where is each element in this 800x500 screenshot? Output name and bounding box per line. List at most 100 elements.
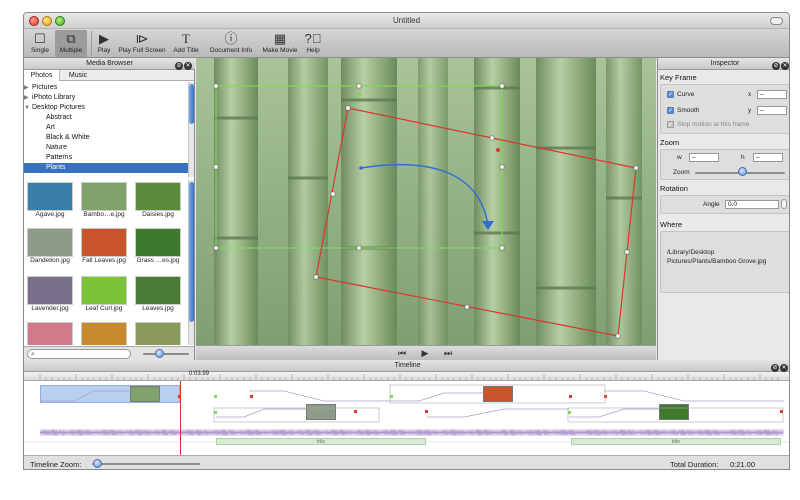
playback-bar: ⏮ ▶ ⏭ bbox=[196, 345, 656, 360]
close-panel-icon[interactable]: ✕ bbox=[184, 62, 192, 70]
media-browser-footer: ⌕ bbox=[24, 346, 194, 360]
y-field[interactable]: – bbox=[757, 106, 787, 115]
play-icon: ▶ bbox=[99, 31, 109, 46]
photo-thumbnail[interactable]: Daisies.jpg bbox=[134, 182, 182, 218]
tree-item-black-white[interactable]: Black & White bbox=[24, 133, 188, 143]
timeline-title: Timeline bbox=[394, 362, 421, 369]
height-field[interactable]: – bbox=[753, 153, 783, 162]
disclosure-triangle-icon[interactable]: ▶ bbox=[24, 93, 32, 103]
photo-thumbnail[interactable] bbox=[134, 322, 182, 345]
tree-item-iphoto-library[interactable]: ▶ iPhoto Library bbox=[24, 93, 188, 103]
title-clip[interactable]: title bbox=[216, 438, 426, 445]
app-window: Untitled ☐ Single ⧉ Multiple ▶ Play ⧐ Pl… bbox=[23, 12, 790, 470]
photo-thumbnail[interactable]: Grass …es.jpg bbox=[134, 228, 182, 264]
info-icon: ⓘ bbox=[224, 31, 238, 46]
inspector-header: Inspector ⊘ ✕ bbox=[658, 58, 789, 70]
photo-thumbnail[interactable]: Agave.jpg bbox=[26, 182, 74, 218]
make-movie-label: Make Movie bbox=[262, 47, 298, 54]
title-clip[interactable]: title bbox=[571, 438, 781, 445]
slide-canvas[interactable] bbox=[196, 58, 656, 345]
play-button[interactable]: ▶ Play bbox=[94, 30, 114, 57]
key-frame-heading: Key Frame bbox=[660, 73, 697, 82]
inspector-panel: Inspector ⊘ ✕ Key Frame ✓ Curve x – ✓ Smo… bbox=[657, 58, 789, 360]
x-field[interactable]: – bbox=[757, 90, 787, 99]
photo-image bbox=[135, 228, 181, 257]
add-title-label: Add Title bbox=[173, 47, 199, 54]
tree-item-art[interactable]: Art bbox=[24, 123, 188, 133]
window-title: Untitled bbox=[392, 16, 421, 25]
tree-item-pictures[interactable]: ▶ Pictures bbox=[24, 83, 188, 93]
tree-item-patterns[interactable]: Patterns bbox=[24, 153, 188, 163]
photo-image bbox=[81, 276, 127, 305]
close-panel-icon[interactable]: ✕ bbox=[781, 62, 789, 70]
play-icon[interactable]: ▶ bbox=[419, 348, 431, 358]
key-frame-section: ✓ Curve x – ✓ Smooth y – ✓ Stop motion a… bbox=[660, 84, 789, 134]
disclosure-triangle-icon[interactable]: ▶ bbox=[24, 83, 32, 93]
photo-thumbnail[interactable]: Lavender.jpg bbox=[26, 276, 74, 312]
rotation-section: Angle 0.0 bbox=[660, 195, 789, 214]
search-icon: ⌕ bbox=[31, 351, 35, 358]
detach-panel-icon[interactable]: ⊘ bbox=[175, 62, 183, 70]
photo-thumbnail[interactable]: Fall Leaves.jpg bbox=[80, 228, 128, 264]
timeline-zoom-slider[interactable] bbox=[92, 463, 200, 465]
rotation-heading: Rotation bbox=[660, 184, 688, 193]
previous-slide-icon[interactable]: ⏮ bbox=[396, 348, 408, 358]
file-path: /Library/Desktop Pictures/Plants/Bamboo … bbox=[667, 249, 767, 265]
angle-label: Angle bbox=[703, 201, 720, 208]
timeline-zoom-label: Timeline Zoom: bbox=[30, 460, 82, 469]
tab-photos[interactable]: Photos bbox=[24, 70, 60, 81]
help-button[interactable]: ?⃝ Help bbox=[303, 30, 323, 57]
add-title-button[interactable]: T Add Title bbox=[170, 30, 202, 57]
timeline-tracks[interactable]: title title bbox=[24, 381, 789, 455]
toolbar-toggle-button[interactable] bbox=[770, 17, 783, 25]
tree-item-desktop-pictures[interactable]: ▼ Desktop Pictures bbox=[24, 103, 188, 113]
thumbnail-size-knob[interactable] bbox=[155, 349, 164, 358]
play-full-screen-label: Play Full Screen bbox=[118, 47, 166, 54]
zoom-slider-knob[interactable] bbox=[738, 167, 748, 176]
close-panel-icon[interactable]: ✕ bbox=[780, 364, 788, 372]
angle-field[interactable]: 0.0 bbox=[725, 200, 779, 209]
document-info-button[interactable]: ⓘ Document Info bbox=[206, 30, 256, 57]
inspector-title: Inspector bbox=[710, 60, 740, 67]
detach-panel-icon[interactable]: ⊘ bbox=[771, 364, 779, 372]
photo-thumbnail[interactable] bbox=[26, 322, 74, 345]
timeline-ruler[interactable]: 0:03.99 bbox=[24, 371, 789, 381]
bamboo-grove-image bbox=[196, 58, 656, 345]
tree-item-abstract[interactable]: Abstract bbox=[24, 113, 188, 123]
stop-motion-checkbox[interactable]: ✓ bbox=[667, 121, 674, 128]
tree-item-plants[interactable]: Plants bbox=[24, 163, 188, 173]
thumbnail-size-slider[interactable] bbox=[143, 353, 189, 355]
width-field[interactable]: – bbox=[689, 153, 719, 162]
tree-scroll-thumb[interactable] bbox=[189, 84, 194, 124]
make-movie-button[interactable]: ▦ Make Movie bbox=[260, 30, 300, 57]
play-full-screen-button[interactable]: ⧐ Play Full Screen bbox=[117, 30, 167, 57]
document-info-label: Document Info bbox=[209, 47, 253, 54]
timeline-footer: Timeline Zoom: Total Duration: 0:21.00 bbox=[24, 455, 789, 469]
photo-thumbnail[interactable]: Leaf Curl.jpg bbox=[80, 276, 128, 312]
tab-music[interactable]: Music bbox=[60, 70, 96, 81]
smooth-checkbox[interactable]: ✓ bbox=[667, 107, 674, 114]
photo-grid: Agave.jpg Bambo…e.jpg Daisies.jpg Dandel… bbox=[24, 180, 188, 345]
angle-stepper[interactable] bbox=[781, 199, 787, 209]
film-icon: ▦ bbox=[273, 31, 287, 46]
tree-scrollbar[interactable] bbox=[188, 82, 194, 177]
photo-thumbnail[interactable]: Bambo…e.jpg bbox=[80, 182, 128, 218]
timeline-zoom-knob[interactable] bbox=[93, 459, 103, 468]
stop-motion-label: Stop motion at this frame bbox=[677, 121, 750, 128]
detach-panel-icon[interactable]: ⊘ bbox=[772, 62, 780, 70]
single-button[interactable]: ☐ Single bbox=[28, 30, 52, 57]
photo-thumbnail[interactable] bbox=[80, 322, 128, 345]
photo-thumbnail[interactable]: Dandelion.jpg bbox=[26, 228, 74, 264]
tree-item-nature[interactable]: Nature bbox=[24, 143, 188, 153]
disclosure-triangle-open-icon[interactable]: ▼ bbox=[24, 103, 32, 113]
total-duration-label: Total Duration: bbox=[670, 460, 719, 469]
next-slide-icon[interactable]: ⏭ bbox=[442, 348, 454, 358]
source-tree: ▶ Pictures ▶ iPhoto Library ▼ Desktop Pictu… bbox=[24, 82, 188, 177]
playhead[interactable] bbox=[180, 381, 181, 455]
search-field[interactable]: ⌕ bbox=[27, 349, 131, 359]
curve-checkbox[interactable]: ✓ bbox=[667, 91, 674, 98]
photo-grid-scroll-thumb[interactable] bbox=[189, 182, 194, 322]
photo-grid-scrollbar[interactable] bbox=[188, 180, 194, 345]
photo-thumbnail[interactable]: Leaves.jpg bbox=[134, 276, 182, 312]
multiple-button[interactable]: ⧉ Multiple bbox=[55, 30, 87, 57]
